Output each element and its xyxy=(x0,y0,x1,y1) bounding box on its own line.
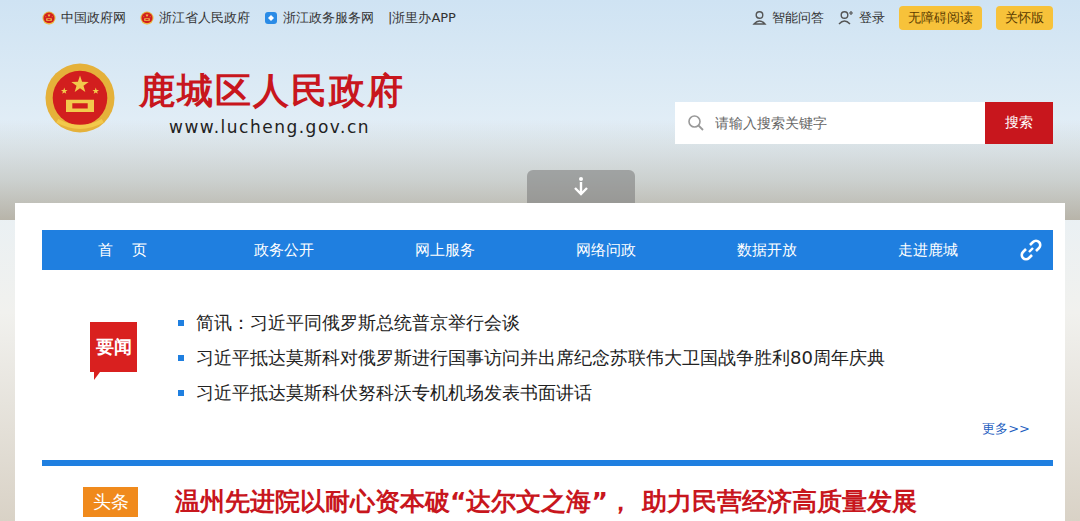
logo[interactable]: 鹿城区人民政府 www.lucheng.gov.cn xyxy=(45,35,405,170)
top-bar: 中国政府网 浙江省人民政府 浙江政务服务网 |浙里办APP 智能问答 登录无障碍阅读关怀版 xyxy=(0,0,1080,35)
news-section: 要闻简讯：习近平同俄罗斯总统普京举行会谈习近平抵达莫斯科对俄罗斯进行国事访问并出… xyxy=(42,270,1053,460)
top-link-label: |浙里办APP xyxy=(388,9,456,27)
news-badge-label: 要闻 xyxy=(90,322,137,372)
divider xyxy=(42,460,1053,466)
top-link[interactable]: 浙江省人民政府 xyxy=(140,9,250,27)
top-links: 中国政府网 浙江省人民政府 浙江政务服务网 |浙里办APP xyxy=(42,9,456,27)
mode-button[interactable]: 无障碍阅读 xyxy=(899,6,982,30)
bullet-icon xyxy=(178,320,184,326)
site-header: 鹿城区人民政府 www.lucheng.gov.cn 搜索 xyxy=(0,35,1080,170)
headline: 头条 温州先进院以耐心资本破“达尔文之海”， 助力民营经济高质量发展 xyxy=(42,466,1053,518)
login-link[interactable]: 登录 xyxy=(838,9,885,27)
site-title-block: 鹿城区人民政府 www.lucheng.gov.cn xyxy=(139,63,405,137)
mode-button[interactable]: 关怀版 xyxy=(996,6,1053,30)
news-list: 简讯：习近平同俄罗斯总统普京举行会谈习近平抵达莫斯科对俄罗斯进行国事访问并出席纪… xyxy=(178,270,885,460)
tab-row xyxy=(0,170,1080,203)
nav-item[interactable]: 首 页 xyxy=(42,241,203,260)
nav-item[interactable]: 网络问政 xyxy=(525,241,686,260)
top-link-label: 中国政府网 xyxy=(61,9,126,27)
search-input[interactable] xyxy=(713,114,985,132)
headline-title[interactable]: 温州先进院以耐心资本破“达尔文之海”， 助力民营经济高质量发展 xyxy=(175,485,917,518)
nav-item[interactable]: 网上服务 xyxy=(364,241,525,260)
site-url: www.lucheng.gov.cn xyxy=(169,117,405,137)
person-icon xyxy=(838,10,854,25)
search-icon xyxy=(687,114,705,132)
news-badge-column: 要闻 xyxy=(90,270,137,460)
down-arrow-icon xyxy=(571,176,591,198)
main-nav: 首 页政务公开网上服务网络问政数据开放走进鹿城 xyxy=(42,230,1053,270)
national-emblem-icon xyxy=(45,63,115,133)
top-link[interactable]: |浙里办APP xyxy=(388,9,456,27)
search-box xyxy=(675,102,985,144)
bullet-icon xyxy=(178,355,184,361)
qa-label: 智能问答 xyxy=(772,9,824,27)
top-link[interactable]: 浙江政务服务网 xyxy=(264,9,374,27)
links-button[interactable] xyxy=(1019,238,1043,262)
top-link[interactable]: 中国政府网 xyxy=(42,9,126,27)
news-item[interactable]: 简讯：习近平同俄罗斯总统普京举行会谈 xyxy=(178,305,885,340)
news-title: 习近平抵达莫斯科伏努科沃专机机场发表书面讲话 xyxy=(196,381,592,405)
emblem-icon xyxy=(140,11,154,25)
user-icon xyxy=(752,10,767,25)
search-button[interactable]: 搜索 xyxy=(985,102,1053,144)
service-icon xyxy=(264,11,278,25)
top-link-label: 浙江政务服务网 xyxy=(283,9,374,27)
site-title: 鹿城区人民政府 xyxy=(139,69,405,113)
top-link-label: 浙江省人民政府 xyxy=(159,9,250,27)
nav-item[interactable]: 政务公开 xyxy=(203,241,364,260)
nav-item[interactable]: 数据开放 xyxy=(686,241,847,260)
content-panel: 首 页政务公开网上服务网络问政数据开放走进鹿城要闻简讯：习近平同俄罗斯总统普京举… xyxy=(15,203,1065,521)
news-item[interactable]: 习近平抵达莫斯科对俄罗斯进行国事访问并出席纪念苏联伟大卫国战争胜利80周年庆典 xyxy=(178,340,885,375)
headline-badge: 头条 xyxy=(83,487,138,517)
link-icon xyxy=(1019,238,1043,262)
top-right: 智能问答 登录无障碍阅读关怀版 xyxy=(752,6,1053,30)
collapse-tab[interactable] xyxy=(527,170,635,203)
bullet-icon xyxy=(178,390,184,396)
qa-link[interactable]: 智能问答 xyxy=(752,9,824,27)
more-link[interactable]: 更多>> xyxy=(982,420,1030,438)
nav-item[interactable]: 走进鹿城 xyxy=(847,241,1008,260)
news-badge: 要闻 xyxy=(90,322,137,380)
login-label: 登录 xyxy=(859,9,885,27)
search-bar: 搜索 xyxy=(675,102,1053,144)
news-title: 简讯：习近平同俄罗斯总统普京举行会谈 xyxy=(196,311,520,335)
news-title: 习近平抵达莫斯科对俄罗斯进行国事访问并出席纪念苏联伟大卫国战争胜利80周年庆典 xyxy=(196,346,885,370)
news-item[interactable]: 习近平抵达莫斯科伏努科沃专机机场发表书面讲话 xyxy=(178,375,885,410)
emblem-icon xyxy=(42,11,56,25)
